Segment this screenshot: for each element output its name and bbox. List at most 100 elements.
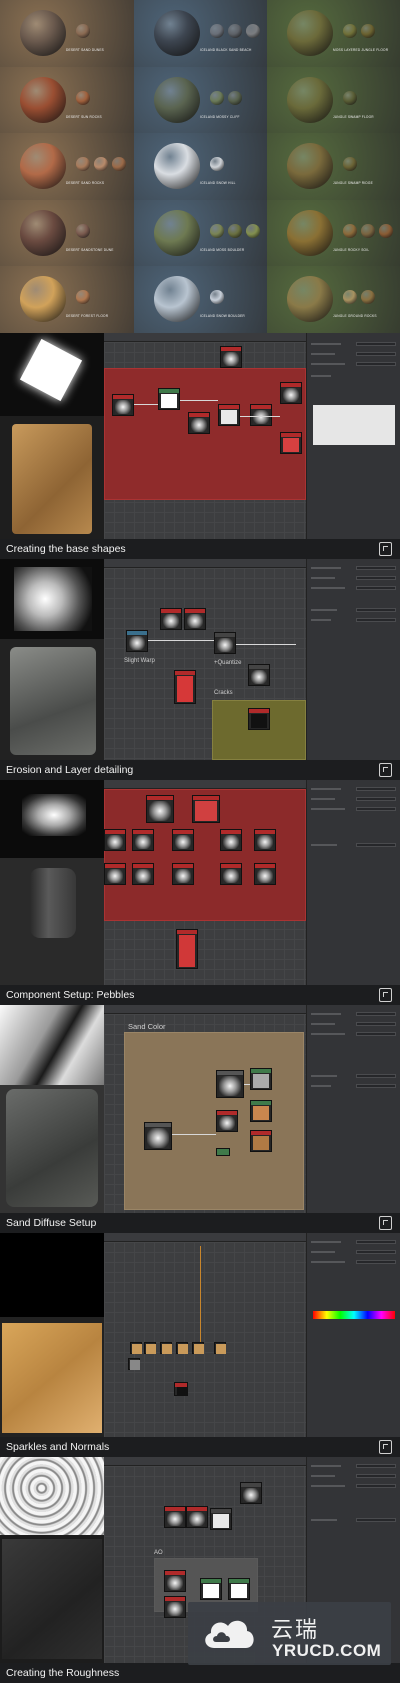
graph-node[interactable] [126, 630, 148, 652]
graph-toolbar [104, 780, 306, 789]
3d-view [0, 639, 104, 760]
graph-node[interactable] [216, 1070, 244, 1098]
material-sphere-small [343, 24, 357, 38]
material-sphere-small [343, 290, 357, 305]
graph-node[interactable] [214, 632, 236, 654]
graph-node[interactable] [164, 1506, 186, 1528]
graph-node[interactable] [254, 863, 276, 885]
section-title-bar: Component Setup: Pebbles [0, 985, 400, 1005]
graph-node[interactable] [254, 829, 276, 851]
graph-node[interactable] [164, 1570, 186, 1592]
graph-node[interactable] [218, 404, 240, 426]
node-graph[interactable]: Sand Color [104, 1014, 306, 1213]
color-swatch[interactable] [313, 405, 395, 445]
graph-node[interactable] [250, 404, 272, 426]
material-cell: ICELAND MOSSY CLIFF [134, 66, 267, 134]
3d-view [0, 858, 104, 985]
graph-node[interactable] [132, 829, 154, 851]
graph-node[interactable] [192, 1342, 204, 1354]
editor-panel-3 [0, 780, 400, 985]
graph-node[interactable] [176, 1342, 188, 1354]
3d-view [0, 1085, 104, 1213]
rock-preview [10, 647, 96, 755]
graph-node[interactable] [104, 863, 126, 885]
substance-logo-icon [379, 988, 392, 1002]
node-label: Slight Warp [124, 658, 155, 664]
graph-node[interactable] [214, 1342, 226, 1354]
color-spectrum[interactable] [313, 1311, 395, 1319]
graph-node[interactable] [200, 1578, 222, 1600]
graph-node[interactable] [172, 863, 194, 885]
node-graph[interactable] [104, 342, 306, 539]
graph-node[interactable] [250, 1068, 272, 1090]
frame-label: AO [154, 1550, 163, 1556]
material-cell: DESERT SAND DUNES [0, 0, 134, 67]
node-graph[interactable] [104, 789, 306, 985]
graph-node[interactable] [176, 929, 198, 969]
material-caption: JUNGLE SWAMP RIDGE [333, 181, 373, 186]
properties-panel[interactable] [306, 780, 400, 985]
graph-node[interactable] [220, 346, 242, 368]
graph-node[interactable] [216, 1148, 230, 1156]
graph-node[interactable] [144, 1122, 172, 1150]
graph-frame [104, 368, 306, 500]
graph-node[interactable] [132, 863, 154, 885]
material-caption: ICELAND BLACK SAND BEACH [200, 48, 252, 52]
graph-node[interactable] [174, 670, 196, 704]
properties-panel[interactable] [306, 333, 400, 539]
graph-node[interactable] [146, 795, 174, 823]
material-caption: DESERT FOREST FLOOR [66, 314, 109, 319]
graph-node[interactable] [164, 1596, 186, 1618]
section-title-bar: Sparkles and Normals [0, 1437, 400, 1457]
graph-node[interactable] [248, 664, 270, 686]
graph-node[interactable] [220, 863, 242, 885]
graph-node[interactable] [128, 1358, 140, 1370]
graph-node[interactable] [130, 1342, 142, 1354]
section-title-bar: Sand Diffuse Setup [0, 1213, 400, 1233]
graph-node[interactable] [280, 382, 302, 404]
material-sphere-large [20, 143, 66, 190]
graph-node[interactable] [174, 1382, 188, 1396]
graph-node[interactable] [112, 394, 134, 416]
graph-node[interactable] [188, 412, 210, 434]
graph-node[interactable] [248, 708, 270, 730]
graph-node[interactable] [210, 1508, 232, 1530]
material-sphere-small [210, 157, 224, 172]
graph-node[interactable] [186, 1506, 208, 1528]
material-sphere-small [76, 290, 90, 305]
graph-wire [200, 1246, 201, 1342]
graph-node[interactable] [192, 795, 220, 823]
node-graph[interactable]: Slight Warp +Quantize Cracks [104, 568, 306, 760]
graph-node[interactable] [172, 829, 194, 851]
graph-node[interactable] [160, 1342, 172, 1354]
graph-node[interactable] [184, 608, 206, 630]
properties-panel[interactable] [306, 1233, 400, 1437]
graph-toolbar [104, 1457, 306, 1466]
2d-view [0, 1457, 104, 1535]
graph-node[interactable] [240, 1482, 262, 1504]
graph-node[interactable] [104, 829, 126, 851]
graph-node[interactable] [220, 829, 242, 851]
graph-node[interactable] [158, 388, 180, 410]
graph-toolbar [104, 559, 306, 568]
node-graph[interactable] [104, 1242, 306, 1437]
3d-view [0, 1535, 104, 1663]
properties-panel[interactable] [306, 1005, 400, 1213]
graph-node[interactable] [280, 432, 302, 454]
graph-node[interactable] [144, 1342, 156, 1354]
material-sphere-large [154, 143, 200, 190]
graph-node[interactable] [160, 608, 182, 630]
material-preview-grid: DESERT SAND DUNES ICELAND BLACK SAND BEAC… [0, 0, 400, 333]
material-cell: DESERT FOREST FLOOR [0, 266, 134, 333]
material-sphere-small [361, 290, 375, 305]
material-sphere-small [246, 24, 260, 38]
graph-node[interactable] [250, 1100, 272, 1122]
material-caption: JUNGLE GROUND ROCKS [333, 314, 377, 319]
graph-node[interactable] [216, 1110, 238, 1132]
graph-node[interactable] [228, 1578, 250, 1600]
section-title: Component Setup: Pebbles [6, 989, 135, 1001]
properties-panel[interactable] [306, 559, 400, 760]
material-sphere-small [228, 90, 242, 105]
material-sphere-small [210, 90, 224, 105]
graph-node[interactable] [250, 1130, 272, 1152]
